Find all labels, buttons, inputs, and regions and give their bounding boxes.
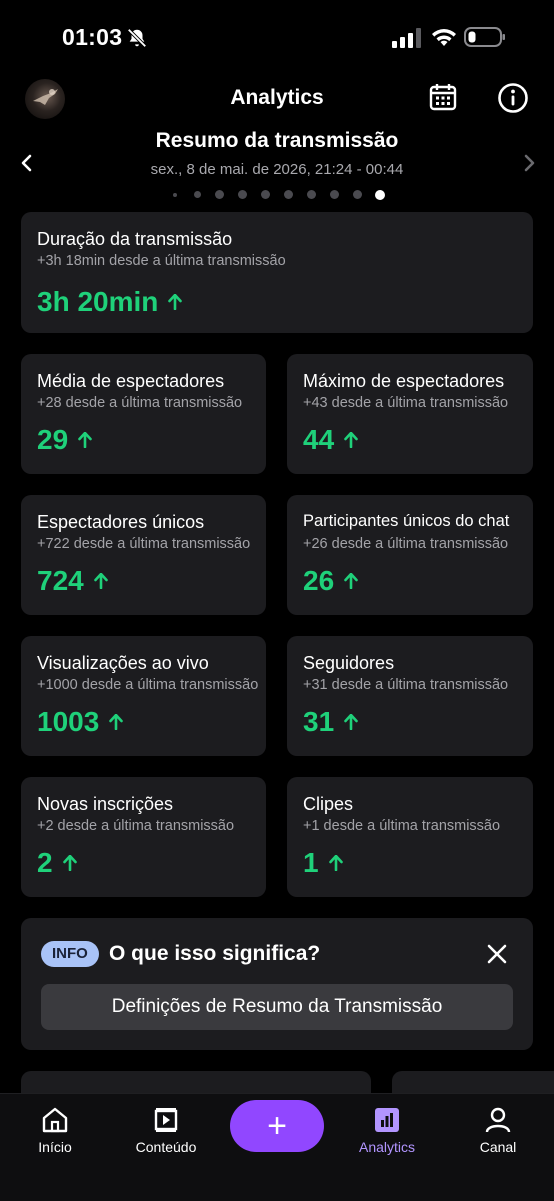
page-dot[interactable]: [215, 190, 224, 199]
metric-delta: +1 desde a última transmissão: [303, 818, 501, 834]
metric-value-text: 29: [37, 424, 69, 455]
arrow-up-icon: [344, 432, 358, 448]
arrow-up-icon: [62, 855, 77, 871]
arrow-up-icon: [328, 855, 343, 871]
metric-value: 29: [37, 424, 92, 456]
tab-label: Conteúdo: [135, 1139, 197, 1155]
create-button[interactable]: +: [230, 1100, 324, 1152]
metric-value-text: 26: [303, 565, 335, 596]
date-range: sex., 8 de mai. de 2026, 21:24 - 00:44: [150, 161, 404, 178]
bell-muted-icon: [127, 28, 147, 48]
metric-value: 3h 20min: [37, 286, 183, 318]
metric-delta: +28 desde a última transmissão: [37, 395, 243, 411]
arrow-up-icon: [78, 432, 92, 448]
tab-content[interactable]: Conteúdo: [116, 1094, 216, 1164]
metric-value-text: 44: [303, 424, 335, 455]
page-dot[interactable]: [238, 190, 247, 199]
battery-icon: [464, 27, 505, 47]
metric-card-live-views: Visualizações ao vivo +1000 desde a últi…: [21, 636, 266, 756]
metric-delta: +31 desde a última transmissão: [303, 677, 509, 693]
plus-icon: +: [267, 1107, 287, 1145]
metric-card-unique-viewers: Espectadores únicos +722 desde a última …: [21, 495, 266, 615]
metric-delta: +26 desde a última transmissão: [303, 536, 509, 552]
metric-delta: +3h 18min desde a última transmissão: [37, 253, 286, 269]
arrow-up-icon: [93, 573, 108, 589]
metric-value: 44: [303, 424, 358, 456]
arrow-up-icon: [344, 714, 358, 730]
metric-value-text: 1003: [37, 706, 100, 737]
metric-card-new-subs: Novas inscrições +2 desde a última trans…: [21, 777, 266, 897]
arrow-up-icon: [344, 573, 358, 589]
metric-title: Duração da transmissão: [37, 229, 233, 249]
tab-label: Canal: [479, 1139, 517, 1155]
metric-card-duration: Duração da transmissão +3h 18min desde a…: [21, 212, 533, 333]
tab-channel[interactable]: Canal: [448, 1094, 548, 1164]
metric-value-text: 3h 20min: [37, 286, 159, 317]
status-time: 01:03: [62, 24, 123, 50]
tab-label: Início: [38, 1139, 72, 1155]
metric-delta: +2 desde a última transmissão: [37, 818, 235, 834]
metric-value: 2: [37, 847, 77, 879]
info-question: O que isso significa?: [109, 942, 321, 965]
page-dot-active[interactable]: [375, 190, 385, 200]
metric-value: 31: [303, 706, 358, 738]
chevron-right-icon[interactable]: [520, 154, 538, 172]
metric-title: Clipes: [303, 794, 354, 814]
metric-delta: +1000 desde a última transmissão: [37, 677, 259, 693]
metric-value: 1: [303, 847, 343, 879]
page-dot[interactable]: [330, 190, 339, 199]
content-video-icon: [154, 1108, 178, 1132]
info-icon[interactable]: [497, 82, 529, 114]
metric-title: Seguidores: [303, 653, 395, 673]
page-dot[interactable]: [353, 190, 362, 199]
arrow-up-icon: [168, 294, 183, 310]
metric-card-followers: Seguidores +31 desde a última transmissã…: [287, 636, 533, 756]
metric-title: Visualizações ao vivo: [37, 653, 209, 673]
status-bar: 01:03: [0, 0, 554, 76]
metric-delta: +722 desde a última transmissão: [37, 536, 251, 552]
home-icon: [42, 1107, 68, 1133]
metric-title: Participantes únicos do chat: [303, 512, 510, 530]
metric-value-text: 2: [37, 847, 53, 878]
cellular-signal-icon: [392, 28, 421, 48]
tab-home[interactable]: Início: [5, 1094, 105, 1164]
tab-bar: Início Conteúdo + Analytics Canal: [0, 1093, 554, 1201]
metric-card-clips: Clipes +1 desde a última transmissão 1: [287, 777, 533, 897]
summary-title: Resumo da transmissão: [155, 129, 399, 152]
wifi-icon: [432, 29, 456, 46]
info-badge: INFO: [41, 941, 99, 967]
arrow-up-icon: [109, 714, 124, 730]
page-dot[interactable]: [194, 191, 201, 198]
metric-title: Média de espectadores: [37, 371, 225, 391]
page-dot[interactable]: [173, 193, 177, 197]
metric-value-text: 31: [303, 706, 335, 737]
metric-value-text: 724: [37, 565, 84, 596]
tab-analytics[interactable]: Analytics: [337, 1094, 437, 1164]
page-dot[interactable]: [307, 190, 316, 199]
metric-value: 26: [303, 565, 358, 597]
metric-title: Máximo de espectadores: [303, 371, 505, 391]
metric-title: Novas inscrições: [37, 794, 174, 814]
page-dot[interactable]: [261, 190, 270, 199]
metric-value-text: 1: [303, 847, 319, 878]
calendar-icon[interactable]: [428, 82, 458, 112]
close-icon[interactable]: [487, 944, 507, 964]
metric-value: 724: [37, 565, 108, 597]
info-panel: INFO O que isso significa? Definições de…: [21, 918, 533, 1050]
definitions-button[interactable]: Definições de Resumo da Transmissão: [41, 984, 513, 1030]
metric-value: 1003: [37, 706, 124, 738]
metric-delta: +43 desde a última transmissão: [303, 395, 509, 411]
metric-card-avg-viewers: Média de espectadores +28 desde a última…: [21, 354, 266, 474]
page-indicator[interactable]: [0, 189, 554, 201]
metric-card-unique-chatters: Participantes únicos do chat +26 desde a…: [287, 495, 533, 615]
page-title: Analytics: [230, 86, 324, 109]
metric-card-max-viewers: Máximo de espectadores +43 desde a últim…: [287, 354, 533, 474]
page-dot[interactable]: [284, 190, 293, 199]
tab-label: Analytics: [358, 1139, 416, 1155]
user-icon: [485, 1107, 511, 1133]
metric-title: Espectadores únicos: [37, 512, 205, 532]
analytics-chart-icon: [375, 1108, 399, 1132]
